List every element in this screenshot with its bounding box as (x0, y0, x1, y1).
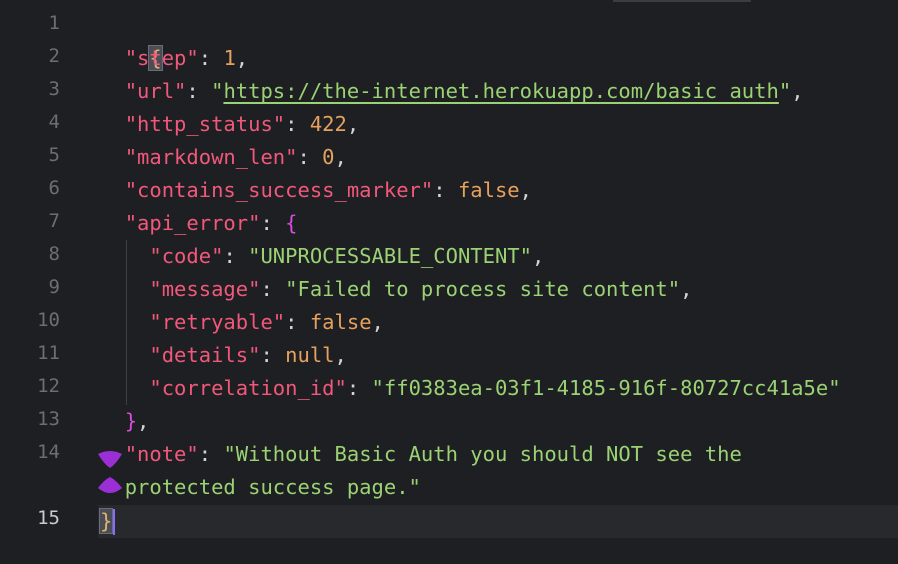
json-null: null (285, 343, 335, 367)
code-line-5[interactable]: "markdown_len": 0, (100, 141, 347, 174)
json-boolean: false (309, 310, 372, 334)
code-line-6[interactable]: "contains_success_marker": false, (100, 174, 532, 207)
json-key: "contains_success_marker" (124, 178, 434, 202)
json-boolean: false (457, 178, 520, 202)
url-link[interactable]: https://the-internet.herokuapp.com/basic… (223, 79, 778, 103)
line-number: 12 (37, 375, 60, 397)
json-key: "markdown_len" (124, 145, 298, 169)
code-line-10[interactable]: "retryable": false, (100, 306, 384, 339)
line-number: 3 (48, 78, 60, 100)
json-key: "step" (124, 46, 199, 70)
json-key: "message" (149, 277, 261, 301)
scrollbar-thumb[interactable] (613, 0, 751, 2)
current-line-highlight (98, 505, 898, 538)
open-brace: { (285, 211, 298, 235)
json-string: "Without Basic Auth you should NOT see t… (223, 442, 742, 466)
code-line-2[interactable]: "step": 1, (100, 42, 248, 75)
code-line-11[interactable]: "details": null, (100, 339, 347, 372)
line-number: 5 (48, 144, 60, 166)
json-key: "details" (149, 343, 261, 367)
json-key: "url" (124, 79, 187, 103)
json-number: 422 (309, 112, 347, 136)
json-key: "retryable" (149, 310, 286, 334)
code-line-4[interactable]: "http_status": 422, (100, 108, 360, 141)
json-string: "Failed to process site content" (285, 277, 681, 301)
json-string: "UNPROCESSABLE_CONTENT" (248, 244, 532, 268)
code-line-14-wrap[interactable]: protected success page." (100, 471, 421, 504)
json-key: "http_status" (124, 112, 286, 136)
line-number: 13 (37, 408, 60, 430)
line-number: 14 (37, 441, 60, 463)
code-line-12[interactable]: "correlation_id": "ff0383ea-03f1-4185-91… (100, 372, 841, 405)
json-key: "code" (149, 244, 224, 268)
code-line-14[interactable]: "note": "Without Basic Auth you should N… (100, 438, 742, 471)
line-number: 2 (48, 45, 60, 67)
text-cursor (113, 509, 116, 535)
code-editor[interactable]: 1 2 3 4 5 6 7 8 9 10 11 12 13 14 15 { "s… (0, 0, 898, 564)
json-key: "api_error" (124, 211, 261, 235)
code-line-3[interactable]: "url": "https://the-internet.herokuapp.c… (100, 75, 804, 108)
code-line-8[interactable]: "code": "UNPROCESSABLE_CONTENT", (100, 240, 544, 273)
code-line-1[interactable]: { (100, 9, 163, 71)
line-number: 8 (48, 243, 60, 265)
line-number: 6 (48, 177, 60, 199)
line-number: 4 (48, 111, 60, 133)
json-string: "ff0383ea-03f1-4185-916f-80727cc41a5e" (371, 376, 841, 400)
json-number: 0 (322, 145, 335, 169)
json-number: 1 (223, 46, 236, 70)
json-key: "correlation_id" (149, 376, 347, 400)
wrap-marker-icon (98, 451, 122, 468)
json-key: "note" (124, 442, 199, 466)
wrap-marker-icon (98, 477, 122, 493)
close-brace: } (98, 508, 114, 534)
line-number: 7 (48, 210, 60, 232)
code-line-7[interactable]: "api_error": { (100, 207, 298, 240)
line-number: 11 (37, 342, 60, 364)
json-string: protected success page." (124, 475, 421, 499)
line-number: 15 (37, 507, 60, 529)
code-line-9[interactable]: "message": "Failed to process site conte… (100, 273, 692, 306)
line-number: 1 (48, 12, 60, 34)
close-brace: } (124, 409, 138, 433)
code-line-13[interactable]: }, (100, 405, 150, 438)
line-number: 9 (48, 276, 60, 298)
line-number: 10 (37, 309, 60, 331)
line-number-gutter: 1 2 3 4 5 6 7 8 9 10 11 12 13 14 15 (0, 0, 80, 564)
code-line-15[interactable]: } (98, 505, 116, 538)
